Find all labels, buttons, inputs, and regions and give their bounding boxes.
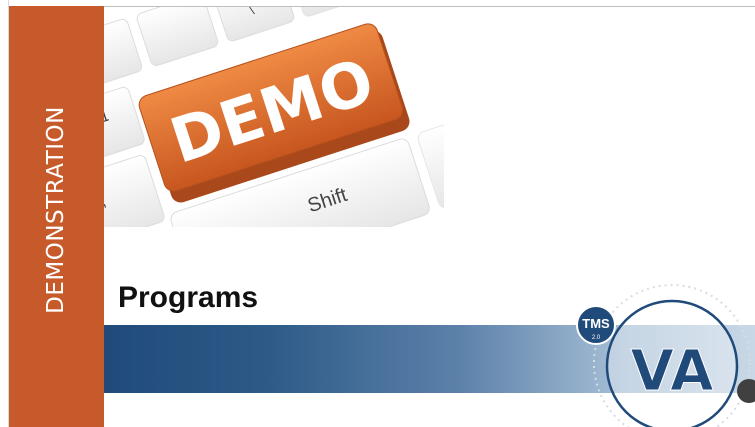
slide-left-border	[0, 0, 9, 427]
side-label: DEMONSTRATION	[43, 106, 69, 314]
logo-dot	[737, 379, 755, 403]
va-tms-logo: VA TMS 2.0	[576, 284, 755, 427]
logo-badge-version: 2.0	[592, 335, 601, 341]
logo-main-text: VA	[631, 339, 715, 404]
demo-keyboard-image: 3 1 4 \ ' Shift DEMO	[104, 7, 444, 227]
logo-badge-text: TMS	[582, 316, 610, 331]
slide: DEMONSTRATION 3 1 4	[0, 0, 755, 427]
page-title: Programs	[118, 281, 259, 314]
